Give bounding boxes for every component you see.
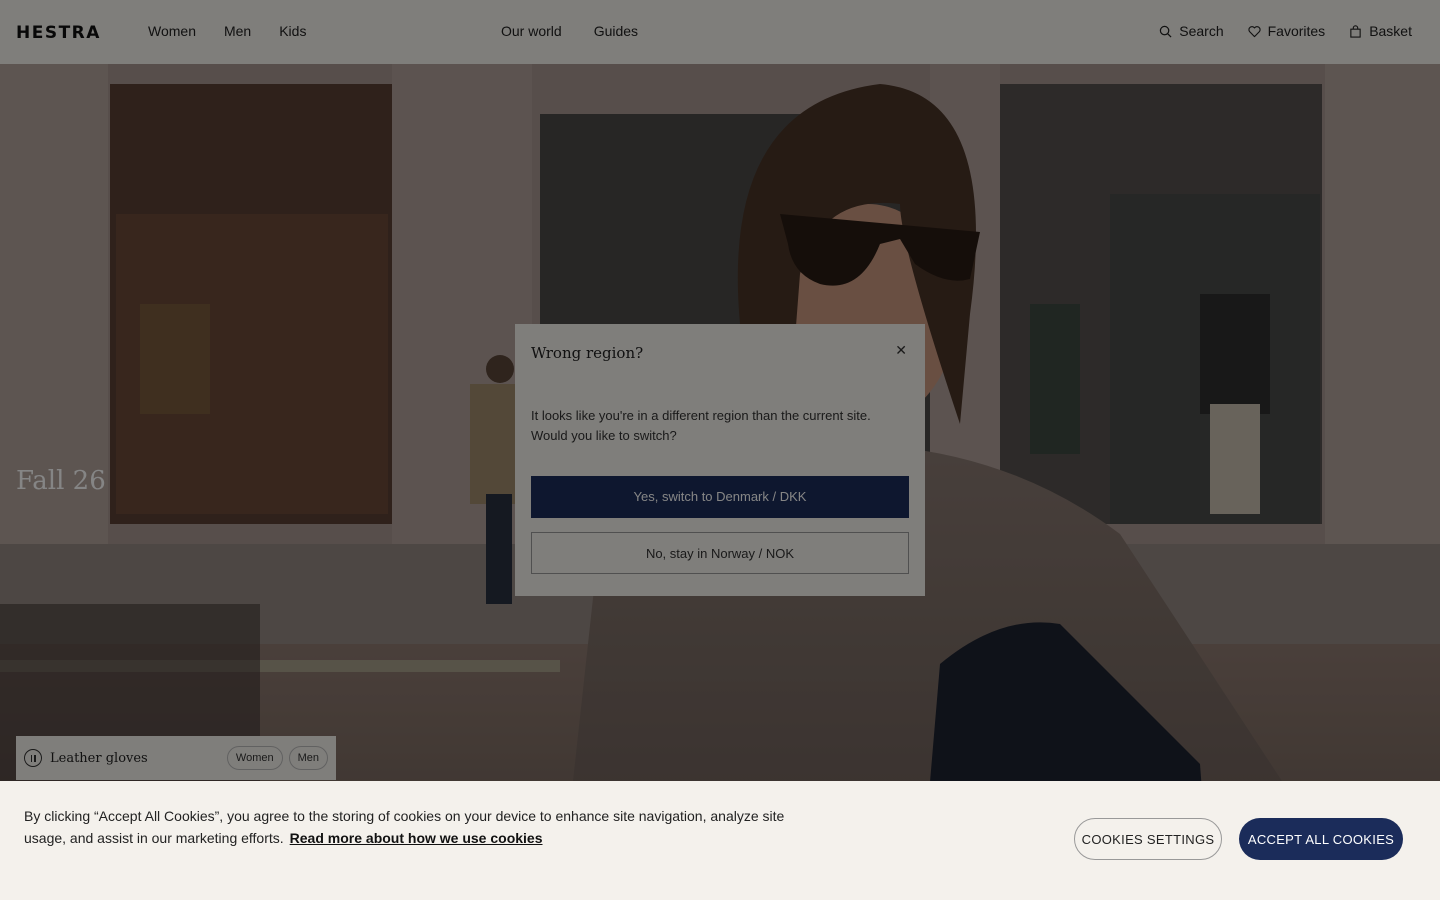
- modal-backdrop[interactable]: [0, 0, 1440, 781]
- cookies-settings-button[interactable]: COOKIES SETTINGS: [1074, 818, 1222, 860]
- cookie-text-block: By clicking “Accept All Cookies”, you ag…: [24, 805, 794, 849]
- cookie-policy-link[interactable]: Read more about how we use cookies: [290, 830, 543, 846]
- accept-all-cookies-button[interactable]: ACCEPT ALL COOKIES: [1239, 818, 1403, 860]
- cookie-banner: By clicking “Accept All Cookies”, you ag…: [0, 781, 1440, 900]
